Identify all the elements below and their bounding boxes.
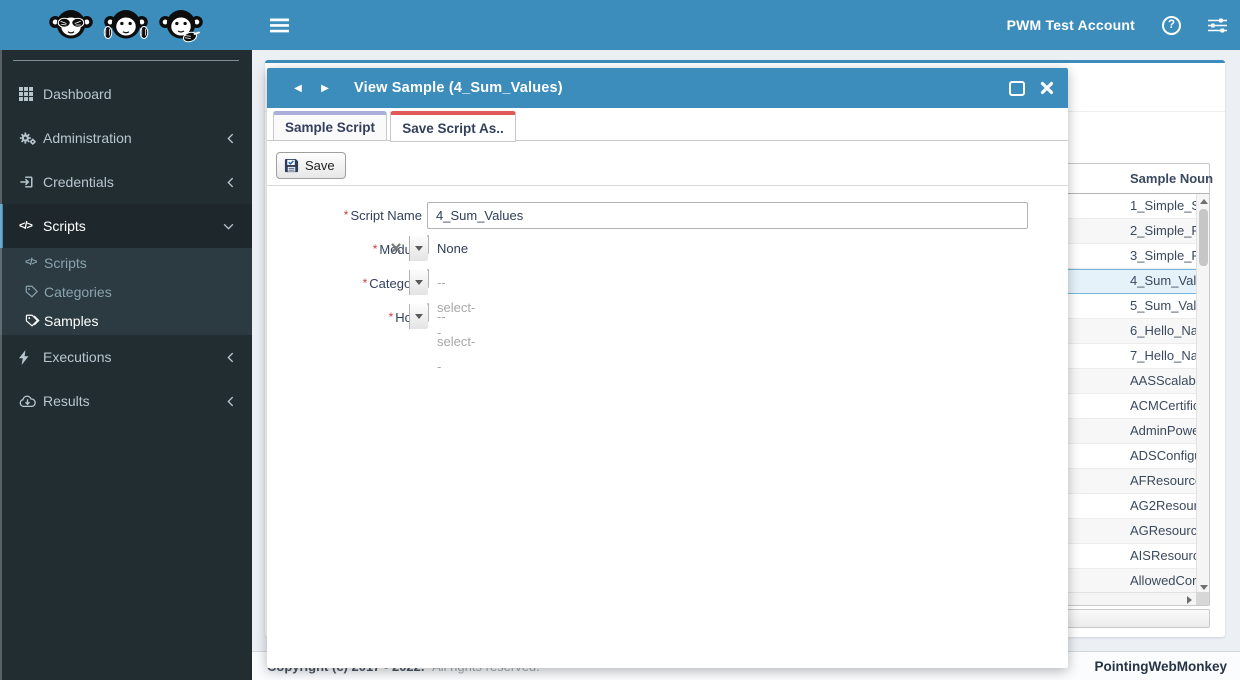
module-label: *Module (267, 242, 427, 257)
next-sample-icon[interactable]: ▶ (318, 83, 332, 94)
sidebar-item-scripts[interactable]: </> Scripts (0, 204, 252, 248)
scrollbar-thumb[interactable] (1199, 209, 1208, 266)
sidebar: Dashboard Administration Credentials (0, 50, 252, 680)
script-name-label: *Script Name (267, 208, 427, 223)
help-icon[interactable]: ? (1162, 16, 1181, 35)
form-row-host: *Host --select-- (267, 304, 1068, 331)
modal-toolbar: Save (267, 142, 1068, 186)
category-label: *Category (267, 276, 427, 291)
hamburger-icon (270, 18, 289, 33)
host-placeholder: --select-- (437, 304, 475, 379)
module-combobox[interactable]: None (427, 235, 429, 254)
sidebar-item-administration[interactable]: Administration (0, 116, 252, 160)
monkey-pointing-icon (158, 4, 204, 46)
form-row-script-name: *Script Name (267, 202, 1068, 229)
sidebar-item-label: Dashboard (43, 86, 112, 102)
tags-icon (25, 314, 44, 327)
app-logo[interactable] (0, 0, 252, 50)
app-page: PWM Test Account ? Dashboard (0, 0, 1240, 680)
view-sample-modal: ◀ ▶ View Sample (4_Sum_Values) Sample Sc… (267, 68, 1068, 668)
chevron-left-icon (227, 177, 234, 188)
footer-brand: PointingWebMonkey (1094, 659, 1227, 674)
sidebar-item-executions[interactable]: Executions (0, 335, 252, 379)
cloud-download-icon (19, 394, 43, 408)
sidebar-item-dashboard[interactable]: Dashboard (0, 72, 252, 116)
dropdown-arrow-button[interactable] (409, 304, 428, 329)
required-marker: * (344, 208, 349, 222)
host-combobox[interactable]: --select-- (427, 303, 429, 322)
sidebar-subitem-categories[interactable]: Categories (0, 277, 252, 306)
required-marker: * (363, 276, 368, 290)
scroll-up-button[interactable] (1197, 194, 1210, 208)
required-marker: * (373, 242, 378, 256)
dashboard-grid-icon (19, 87, 43, 101)
scrollbar-corner (1196, 592, 1209, 605)
script-name-input[interactable] (427, 202, 1028, 229)
code-icon: </> (19, 220, 43, 232)
tab-sample-script[interactable]: Sample Script (273, 111, 387, 141)
vertical-scrollbar[interactable] (1196, 194, 1209, 594)
code-icon: </> (25, 257, 44, 268)
triangle-up-icon (1200, 199, 1208, 204)
save-as-form: *Script Name *Module None (267, 202, 1068, 338)
sidebar-item-credentials[interactable]: Credentials (0, 160, 252, 204)
host-label: *Host (267, 310, 427, 325)
monkey-hands-up-icon (103, 4, 149, 46)
sidebar-subitem-label: Categories (44, 284, 112, 300)
sidebar-item-label: Scripts (43, 218, 86, 234)
chevron-left-icon (227, 396, 234, 407)
top-navbar: PWM Test Account ? (0, 0, 1240, 50)
prev-sample-icon[interactable]: ◀ (291, 83, 305, 94)
form-row-category: *Category --select-- (267, 270, 1068, 297)
scroll-right-button[interactable] (1183, 593, 1196, 606)
triangle-down-icon (415, 314, 423, 319)
triangle-right-icon (1187, 596, 1192, 604)
close-icon[interactable] (1040, 81, 1054, 95)
module-value: None (437, 236, 468, 261)
sidebar-item-label: Executions (43, 349, 111, 365)
maximize-icon[interactable] (1009, 81, 1025, 96)
sidebar-item-label: Results (43, 393, 90, 409)
navbar: PWM Test Account ? (252, 0, 1240, 50)
sidebar-item-label: Administration (43, 130, 132, 146)
monkey-see-no-evil-icon (48, 4, 94, 46)
sidebar-item-results[interactable]: Results (0, 379, 252, 423)
sidebar-subitem-label: Samples (44, 313, 98, 329)
modal-header[interactable]: ◀ ▶ View Sample (4_Sum_Values) (267, 68, 1068, 108)
triangle-down-icon (415, 246, 423, 251)
save-button[interactable]: Save (276, 152, 346, 179)
chevron-left-icon (227, 352, 234, 363)
bolt-icon (19, 350, 43, 365)
sign-in-icon (19, 175, 43, 189)
triangle-down-icon (415, 280, 423, 285)
category-combobox[interactable]: --select-- (427, 269, 429, 288)
settings-sliders-icon[interactable] (1208, 18, 1227, 33)
tab-save-script-as[interactable]: Save Script As.. (390, 111, 516, 142)
modal-title: View Sample (4_Sum_Values) (354, 80, 563, 96)
chevron-left-icon (227, 133, 234, 144)
clear-selection-icon[interactable] (391, 243, 401, 253)
save-button-label: Save (305, 158, 335, 173)
sidebar-menu: Dashboard Administration Credentials (0, 61, 252, 423)
chevron-down-icon (223, 223, 234, 230)
gears-icon (19, 131, 43, 146)
sidebar-subitem-label: Scripts (44, 255, 87, 271)
sidebar-item-label: Credentials (43, 174, 114, 190)
floppy-disk-icon (284, 158, 299, 173)
modal-tabs: Sample Script Save Script As.. (267, 111, 1068, 141)
scripts-submenu: </> Scripts Categories Samples (0, 248, 252, 335)
triangle-down-icon (1200, 585, 1208, 590)
account-menu[interactable]: PWM Test Account (1007, 17, 1135, 33)
sidebar-subitem-scripts[interactable]: </> Scripts (0, 248, 252, 277)
tag-icon (25, 285, 44, 298)
form-row-module: *Module None (267, 236, 1068, 263)
sidebar-toggle-button[interactable] (266, 12, 292, 38)
sidebar-subitem-samples[interactable]: Samples (0, 306, 252, 335)
dropdown-arrow-button[interactable] (409, 236, 428, 261)
required-marker: * (389, 310, 394, 324)
dropdown-arrow-button[interactable] (409, 270, 428, 295)
